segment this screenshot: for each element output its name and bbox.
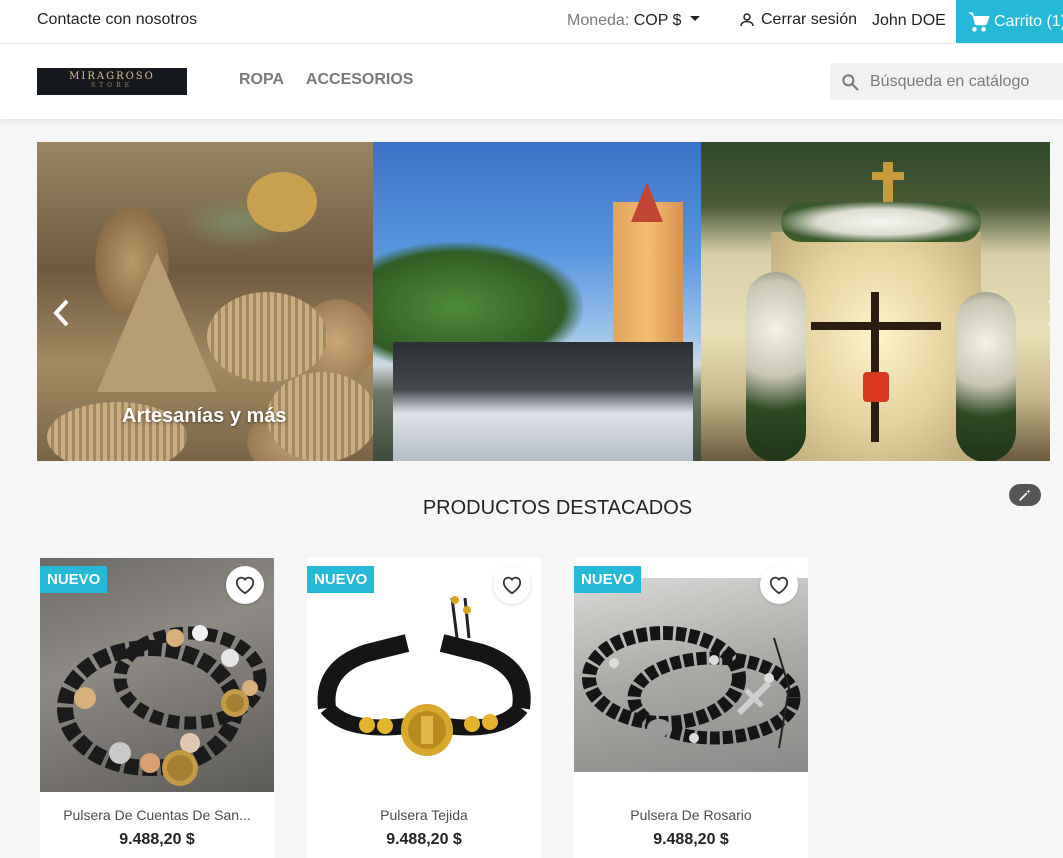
- product-card[interactable]: NUEVO Pulsera De Rosario 9.488,20 $: [574, 558, 808, 858]
- wishlist-button[interactable]: [226, 566, 264, 604]
- new-badge: NUEVO: [40, 566, 108, 593]
- heart-icon: [235, 576, 255, 595]
- product-price: 9.488,20 $: [653, 831, 729, 848]
- hero-carousel[interactable]: Artesanías y más: [37, 142, 1050, 461]
- logo-subtitle: STORE: [91, 82, 133, 89]
- featured-products-title: PRODUCTOS DESTACADOS: [422, 497, 693, 519]
- main-menu: ROPA ACCESORIOS: [239, 71, 431, 89]
- carousel-caption: Artesanías y más: [122, 405, 287, 427]
- sign-out-link[interactable]: Cerrar sesión: [738, 11, 857, 29]
- product-image[interactable]: [574, 578, 808, 772]
- product-price: 9.488,20 $: [119, 831, 195, 848]
- product-card[interactable]: NUEVO Pulsera De Cuentas De San... 9.488…: [40, 558, 274, 858]
- cart-button[interactable]: Carrito (1): [956, 0, 1063, 43]
- account-name-link[interactable]: John DOE: [872, 12, 946, 30]
- currency-value: COP $: [633, 12, 682, 29]
- user-icon: [740, 13, 754, 27]
- wishlist-button[interactable]: [760, 566, 798, 604]
- product-name[interactable]: Pulsera De Cuentas De San...: [40, 807, 274, 823]
- product-name[interactable]: Pulsera De Rosario: [574, 807, 808, 823]
- product-price: 9.488,20 $: [386, 831, 462, 848]
- new-badge: NUEVO: [307, 566, 375, 593]
- search-box: [830, 63, 1063, 100]
- main-header: MIRAGROSO STORE ROPA ACCESORIOS: [0, 44, 1063, 119]
- menu-item-accesorios[interactable]: ACCESORIOS: [306, 71, 414, 88]
- carousel-image-church: [373, 142, 701, 461]
- menu-item-ropa[interactable]: ROPA: [239, 71, 284, 88]
- cart-label: Carrito (1): [994, 12, 1063, 30]
- shopping-cart-icon: [968, 11, 990, 32]
- heart-icon: [502, 576, 522, 595]
- store-logo[interactable]: MIRAGROSO STORE: [37, 68, 187, 95]
- currency-selector[interactable]: Moneda: COP $: [567, 12, 700, 30]
- contact-link[interactable]: Contacte con nosotros: [37, 11, 197, 29]
- product-name[interactable]: Pulsera Tejida: [307, 807, 541, 823]
- chevron-right-icon[interactable]: [1046, 298, 1050, 328]
- wishlist-button[interactable]: [493, 566, 531, 604]
- magic-wand-icon[interactable]: [1009, 484, 1041, 506]
- new-badge: NUEVO: [574, 566, 642, 593]
- carousel-image-altar: [701, 142, 1050, 461]
- search-icon[interactable]: [840, 72, 860, 92]
- search-input[interactable]: [868, 71, 1062, 92]
- logo-name: MIRAGROSO: [69, 71, 155, 82]
- product-card[interactable]: NUEVO Pulsera Tejida 9.488,20 $: [307, 558, 541, 858]
- heart-icon: [769, 576, 789, 595]
- currency-label: Moneda:: [567, 12, 630, 29]
- chevron-left-icon[interactable]: [51, 298, 73, 328]
- sign-out-label: Cerrar sesión: [761, 11, 858, 28]
- top-nav-bar: Contacte con nosotros Moneda: COP $ Cerr…: [0, 0, 1063, 44]
- caret-down-icon: [689, 16, 700, 22]
